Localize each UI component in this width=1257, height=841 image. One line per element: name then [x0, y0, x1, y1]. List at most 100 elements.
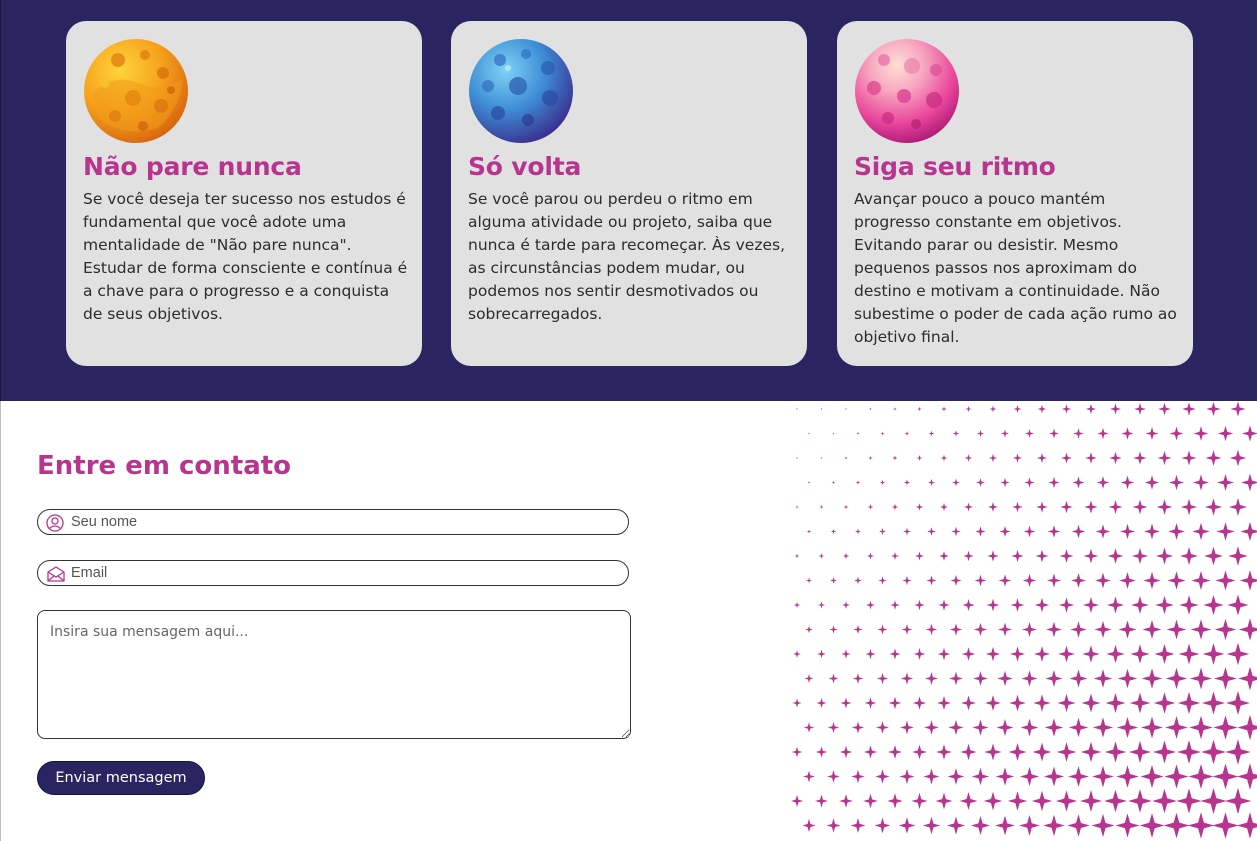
sparkle-icon	[1230, 401, 1246, 417]
sparkle-icon	[795, 456, 799, 460]
sparkle-icon	[802, 818, 816, 833]
sparkle-icon	[1081, 693, 1101, 713]
sparkle-icon	[1167, 571, 1186, 590]
sparkle-icon	[1032, 742, 1052, 762]
sparkle-icon	[1036, 501, 1048, 513]
sparkle-icon	[1237, 714, 1257, 741]
sparkle-icon	[1226, 642, 1250, 666]
sparkle-icon	[1109, 451, 1122, 465]
sparkle-icon	[997, 622, 1013, 637]
sparkle-icon	[1072, 476, 1085, 489]
sparkle-icon	[962, 598, 975, 612]
sparkle-icon	[1206, 401, 1221, 417]
sparkle-icon	[1158, 402, 1171, 416]
sparkle-icon	[854, 528, 862, 535]
sparkle-icon	[1085, 403, 1097, 415]
sparkle-icon	[1104, 789, 1127, 813]
sparkle-icon	[949, 671, 963, 686]
card-text: Avançar pouco a pouco mantém progresso c…	[854, 190, 1177, 346]
sparkle-icon	[1116, 716, 1139, 739]
contact-section: Entre em contato Enviar mensagem	[0, 401, 1257, 841]
feature-card: Não pare nunca Se você deseja ter sucess…	[66, 21, 422, 366]
sparkle-icon	[1241, 473, 1257, 492]
sparkle-icon	[1022, 573, 1037, 588]
sparkle-icon	[807, 432, 811, 435]
sparkle-icon	[988, 502, 998, 512]
sparkle-icon	[950, 575, 962, 586]
sparkle-icon	[1145, 426, 1159, 441]
email-input[interactable]	[71, 563, 611, 583]
sparkle-icon	[888, 696, 902, 710]
sparkle-icon	[1190, 619, 1212, 640]
send-message-button[interactable]: Enviar mensagem	[37, 761, 205, 795]
sparkle-icon	[1152, 740, 1177, 764]
sparkle-icon	[1000, 429, 1010, 438]
sparkle-icon	[988, 453, 998, 463]
sparkle-icon	[1153, 692, 1176, 714]
sparkle-icon	[1007, 791, 1028, 811]
sparkle-icon	[984, 743, 1002, 761]
sparkle-icon	[927, 527, 936, 536]
sparkle-icon	[985, 646, 1001, 662]
blue-planet-icon	[469, 39, 573, 143]
sparkle-icon	[815, 746, 828, 758]
sparkle-icon	[989, 405, 997, 413]
sparkle-icon	[1043, 766, 1065, 787]
sparkle-icon	[851, 769, 865, 784]
sparkle-icon	[1155, 547, 1174, 565]
sparkle-icon	[1192, 474, 1210, 491]
sparkle-icon	[927, 478, 936, 487]
sparkle-icon	[973, 622, 988, 637]
sparkle-icon	[1239, 570, 1257, 591]
sparkle-icon	[879, 479, 886, 486]
sparkle-icon	[1165, 667, 1188, 690]
sparkle-icon	[959, 792, 978, 810]
sparkle-icon	[866, 600, 875, 610]
sparkle-icon	[814, 794, 829, 808]
sparkle-icon	[1217, 474, 1234, 491]
sparkle-icon	[820, 456, 823, 460]
name-input[interactable]	[71, 512, 611, 532]
sparkle-icon	[902, 575, 912, 586]
sparkle-icon	[1144, 523, 1160, 540]
pink-planet-icon	[855, 39, 959, 143]
sparkle-icon	[1163, 812, 1190, 839]
sparkle-icon	[1157, 450, 1172, 466]
sparkle-icon	[874, 817, 891, 834]
sparkle-icon	[998, 574, 1012, 587]
sparkle-icon	[973, 671, 988, 686]
sparkle-icon	[914, 599, 925, 611]
sparkle-icon	[1060, 500, 1073, 514]
sparkle-icon	[1238, 666, 1257, 691]
sparkle-icon	[1059, 549, 1074, 563]
sparkle-icon	[1168, 523, 1185, 540]
sparkle-icon	[831, 480, 836, 485]
sparkle-icon	[1224, 787, 1252, 815]
sparkle-icon	[1119, 523, 1136, 540]
sparkle-icon	[1010, 598, 1025, 612]
sparkle-icon	[1046, 573, 1062, 588]
sparkle-icon	[1048, 476, 1060, 489]
sparkle-icon	[922, 816, 941, 835]
sparkle-icon	[878, 576, 887, 585]
sparkle-icon	[971, 767, 990, 786]
sparkle-icon	[901, 624, 913, 635]
sparkle-icon	[941, 406, 947, 412]
sparkle-icon	[940, 454, 948, 462]
sparkle-icon	[1241, 425, 1257, 442]
sparkle-icon	[844, 407, 848, 411]
envelope-icon	[47, 566, 65, 582]
sparkle-icon	[1009, 646, 1026, 662]
sparkle-icon	[879, 528, 886, 535]
sparkle-icon	[1057, 693, 1076, 713]
sparkle-icon	[903, 479, 911, 486]
sparkle-icon	[947, 768, 965, 785]
sparkle-icon	[1229, 449, 1247, 467]
sparkle-icon	[926, 575, 937, 586]
sparkle-icon	[1019, 815, 1040, 836]
message-textarea[interactable]	[37, 610, 631, 739]
sparkle-icon	[900, 720, 914, 735]
sparkle-icon	[1155, 595, 1174, 615]
sparkle-icon	[832, 432, 835, 435]
sparkle-icon	[1128, 789, 1152, 813]
